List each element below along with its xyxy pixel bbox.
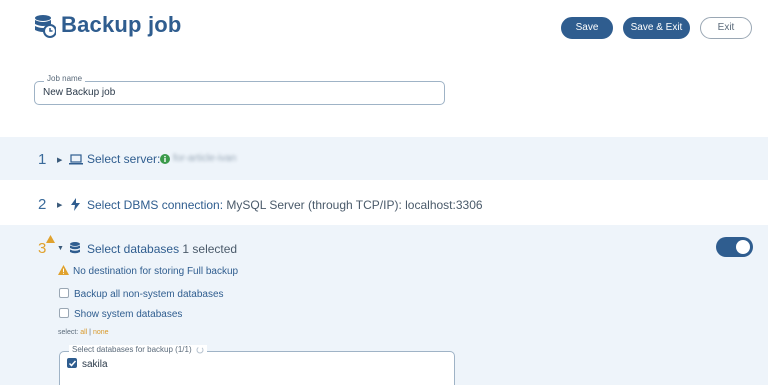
step-number: 1 [38, 151, 47, 168]
show-system-checkbox[interactable] [59, 308, 69, 319]
connection-value: MySQL Server (through TCP/IP): localhost… [226, 198, 483, 212]
database-list-label-text: Select databases for backup (1/1) [72, 345, 192, 354]
step-label-group: Select databases 1 selected [87, 242, 237, 256]
job-name-label: Job name [44, 74, 86, 83]
warning-text: No destination for storing Full backup [73, 266, 239, 277]
database-icon [70, 242, 80, 254]
step-label: Select DBMS connection: [87, 198, 224, 212]
step-label-group: Select DBMS connection: MySQL Server (th… [87, 198, 483, 212]
check-icon [68, 360, 77, 367]
caret-right-icon[interactable]: ▶ [57, 201, 62, 209]
laptop-icon [69, 154, 83, 165]
job-name-field[interactable]: New Backup job [34, 81, 445, 105]
warning-icon [58, 265, 69, 276]
warning-icon [46, 235, 55, 243]
show-system-checkbox-row[interactable]: Show system databases [59, 308, 183, 320]
backup-all-checkbox-row[interactable]: Backup all non-system databases [59, 288, 224, 300]
database-list-label: Select databases for backup (1/1) [69, 345, 207, 354]
exit-button[interactable]: Exit [700, 17, 752, 39]
refresh-icon[interactable] [196, 346, 204, 354]
sakila-checkbox[interactable] [67, 358, 77, 369]
info-icon [160, 154, 170, 164]
show-system-label: Show system databases [74, 309, 183, 320]
backup-job-page: Backup job Save Save & Exit Exit New Bac… [0, 0, 768, 385]
select-prefix: select: [58, 329, 79, 336]
no-destination-warning: No destination for storing Full backup [58, 265, 239, 277]
caret-right-icon[interactable]: ▶ [57, 156, 62, 164]
page-title: Backup job [61, 12, 182, 37]
lightning-icon [71, 198, 80, 211]
select-none-link[interactable]: none [93, 329, 109, 336]
caret-down-icon[interactable]: ▼ [57, 245, 64, 252]
database-name: sakila [82, 359, 108, 370]
save-and-exit-button[interactable]: Save & Exit [623, 17, 690, 39]
step-label: Select server: [87, 152, 161, 166]
backup-all-checkbox[interactable] [59, 288, 69, 299]
toggle-knob [736, 240, 750, 254]
database-clock-icon [35, 15, 56, 38]
select-links: select: all | none [58, 329, 109, 336]
backup-all-label: Backup all non-system databases [74, 289, 224, 300]
select-all-link[interactable]: all [80, 329, 87, 336]
server-name-value: for-article-ivan [173, 153, 237, 164]
step-select-server[interactable]: 1 ▶ Select server: for-article-ivan [0, 137, 768, 180]
select-separator: | [89, 329, 91, 336]
step-label: Select databases [87, 242, 180, 256]
selected-count: 1 selected [182, 242, 238, 256]
databases-toggle[interactable] [716, 237, 753, 257]
step-select-dbms-connection[interactable]: 2 ▶ Select DBMS connection: MySQL Server… [0, 184, 768, 225]
step-number: 2 [38, 196, 47, 213]
job-name-input[interactable]: New Backup job [43, 87, 115, 98]
save-button[interactable]: Save [561, 17, 613, 39]
database-list-box [59, 351, 455, 385]
database-item-sakila[interactable]: sakila [67, 358, 108, 370]
header: Backup job Save Save & Exit Exit [0, 0, 768, 60]
